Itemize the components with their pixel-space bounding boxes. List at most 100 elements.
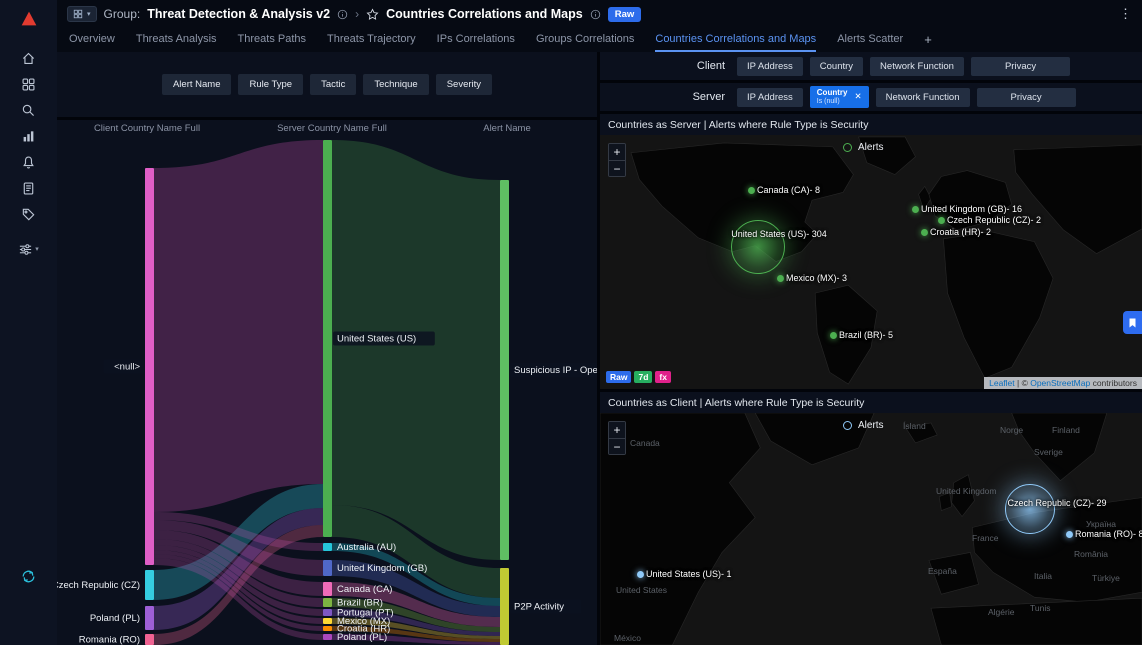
sankey-node-label: Poland (PL) <box>90 613 140 624</box>
geo-label: Ísland <box>903 421 926 431</box>
filter-tactic-button[interactable]: Tactic <box>310 74 356 95</box>
filter-technique-button[interactable]: Technique <box>363 74 428 95</box>
sankey-node-poland-pl[interactable] <box>323 634 332 640</box>
ip-address-button[interactable]: IP Address <box>737 57 803 76</box>
bar-chart-icon[interactable] <box>9 123 49 149</box>
country-button[interactable]: Country <box>810 57 863 76</box>
sankey-link[interactable] <box>332 140 500 560</box>
filter-severity-button[interactable]: Severity <box>436 74 492 95</box>
add-tab-button[interactable]: + <box>924 28 932 52</box>
tab-alerts-scatter[interactable]: Alerts Scatter <box>837 28 903 52</box>
map-dot[interactable] <box>1066 531 1073 538</box>
sankey-node-united-states-us[interactable] <box>323 140 332 537</box>
map-server-card: Countries as Server | Alerts where Rule … <box>600 114 1142 389</box>
workspace-switcher[interactable]: ▾ <box>67 6 97 22</box>
filter-rule-type-button[interactable]: Rule Type <box>238 74 303 95</box>
map-badge-7d[interactable]: 7d <box>634 371 652 383</box>
map-dot[interactable] <box>938 217 945 224</box>
favorite-star-icon[interactable] <box>366 8 379 21</box>
tag-icon[interactable] <box>9 201 49 227</box>
tab-groups-correlations[interactable]: Groups Correlations <box>536 28 634 52</box>
geo-label: Finland <box>1052 425 1080 435</box>
app-logo-icon[interactable] <box>18 8 40 35</box>
info-icon[interactable] <box>337 9 348 20</box>
map-server[interactable]: + − Alerts Raw7dfx Leaflet | © OpenStree… <box>600 135 1142 389</box>
map-dot[interactable] <box>921 229 928 236</box>
sankey-node-romania-ro[interactable] <box>145 634 154 645</box>
sankey-node-poland-pl[interactable] <box>145 606 154 630</box>
attribution-text: contributors <box>1090 378 1137 388</box>
privacy-button[interactable]: Privacy <box>971 57 1070 76</box>
left-filter-row: Alert Name Rule Type Tactic Technique Severi… <box>162 74 492 95</box>
map-dot[interactable] <box>777 275 784 282</box>
sankey-node-label: Suspicious IP - Open D <box>514 365 597 376</box>
search-icon[interactable] <box>9 97 49 123</box>
tab-overview[interactable]: Overview <box>69 28 115 52</box>
zoom-in-button[interactable]: + <box>609 144 625 160</box>
alerts-bell-icon[interactable] <box>9 149 49 175</box>
sankey-node-p2p-activity[interactable] <box>500 568 509 645</box>
map-client[interactable]: + − Alerts Czech Republic (CZ)- 29Romani… <box>600 413 1142 645</box>
map-badge-raw[interactable]: Raw <box>606 371 631 383</box>
bookmark-button[interactable] <box>1123 311 1142 334</box>
map-dot[interactable] <box>830 332 837 339</box>
tab-threats-paths[interactable]: Threats Paths <box>238 28 306 52</box>
filters-sliders-icon[interactable]: ▾ <box>9 236 49 262</box>
map-bubble[interactable] <box>1005 484 1055 534</box>
sankey-node-brazil-br[interactable] <box>323 598 332 607</box>
sankey-node-label: Romania (RO) <box>79 635 140 645</box>
sankey-node-united-kingdom-gb[interactable] <box>323 560 332 576</box>
sankey-link[interactable] <box>154 140 323 512</box>
chip-text: Country Is (null) <box>817 88 848 105</box>
geo-label: Sverige <box>1034 447 1063 457</box>
privacy-button[interactable]: Privacy <box>977 88 1076 107</box>
app-window: ▾ ▾ Group: Threat Detection & Analysis v… <box>0 0 1142 645</box>
server-country-filter-chip[interactable]: Country Is (null) ✕ <box>810 86 869 107</box>
tab-countries-correlations-and-maps[interactable]: Countries Correlations and Maps <box>655 28 816 52</box>
map-dot[interactable] <box>748 187 755 194</box>
map-title: Countries as Server | Alerts where Rule … <box>600 114 1142 135</box>
tab-ips-correlations[interactable]: IPs Correlations <box>437 28 515 52</box>
tab-threats-analysis[interactable]: Threats Analysis <box>136 28 217 52</box>
map-dot[interactable] <box>637 571 644 578</box>
map-dot[interactable] <box>912 206 919 213</box>
filter-alert-name-button[interactable]: Alert Name <box>162 74 232 95</box>
network-function-button[interactable]: Network Function <box>870 57 964 76</box>
zoom-out-button[interactable]: − <box>609 160 625 176</box>
sankey-node-australia-au[interactable] <box>323 543 332 551</box>
sankey-chart[interactable]: Client Country Name FullServer Country N… <box>57 120 597 645</box>
chip-title: Country <box>817 88 848 97</box>
apps-grid-icon[interactable] <box>9 71 49 97</box>
sankey-node-null[interactable] <box>145 168 154 565</box>
zoom-in-button[interactable]: + <box>609 422 625 438</box>
network-function-button[interactable]: Network Function <box>876 88 970 107</box>
sankey-node-canada-ca[interactable] <box>323 582 332 596</box>
map-client-card: Countries as Client | Alerts where Rule … <box>600 392 1142 645</box>
sankey-node-portugal-pt[interactable] <box>323 609 332 616</box>
geo-label: Україна <box>1086 519 1116 529</box>
group-label: Group: <box>104 7 141 21</box>
group-name[interactable]: Threat Detection & Analysis v2 <box>147 7 330 21</box>
report-clipboard-icon[interactable] <box>9 175 49 201</box>
sync-icon[interactable] <box>9 563 49 589</box>
sankey-node-croatia-hr[interactable] <box>323 626 332 631</box>
server-filter-buttons: Network Function Privacy <box>876 88 1076 107</box>
sankey-node-mexico-mx[interactable] <box>323 618 332 624</box>
kebab-menu-icon[interactable]: ⋮ <box>1119 6 1132 22</box>
sankey-node-label: Australia (AU) <box>337 542 396 553</box>
info-icon[interactable] <box>590 9 601 20</box>
sankey-column-header: Server Country Name Full <box>277 123 387 134</box>
tab-threats-trajectory[interactable]: Threats Trajectory <box>327 28 416 52</box>
sankey-column-header: Alert Name <box>483 123 531 134</box>
bookmark-icon <box>1128 317 1137 329</box>
home-icon[interactable] <box>9 45 49 71</box>
remove-filter-icon[interactable]: ✕ <box>854 91 861 102</box>
zoom-out-button[interactable]: − <box>609 438 625 454</box>
openstreetmap-link[interactable]: OpenStreetMap <box>1030 378 1090 388</box>
ip-address-button[interactable]: IP Address <box>737 88 803 107</box>
leaflet-link[interactable]: Leaflet <box>989 378 1015 388</box>
sankey-node-czech-republic-cz[interactable] <box>145 570 154 600</box>
sankey-node-suspicious-ip-open-d[interactable] <box>500 180 509 560</box>
legend-label: Alerts <box>858 420 884 431</box>
map-badge-fx[interactable]: fx <box>655 371 671 383</box>
